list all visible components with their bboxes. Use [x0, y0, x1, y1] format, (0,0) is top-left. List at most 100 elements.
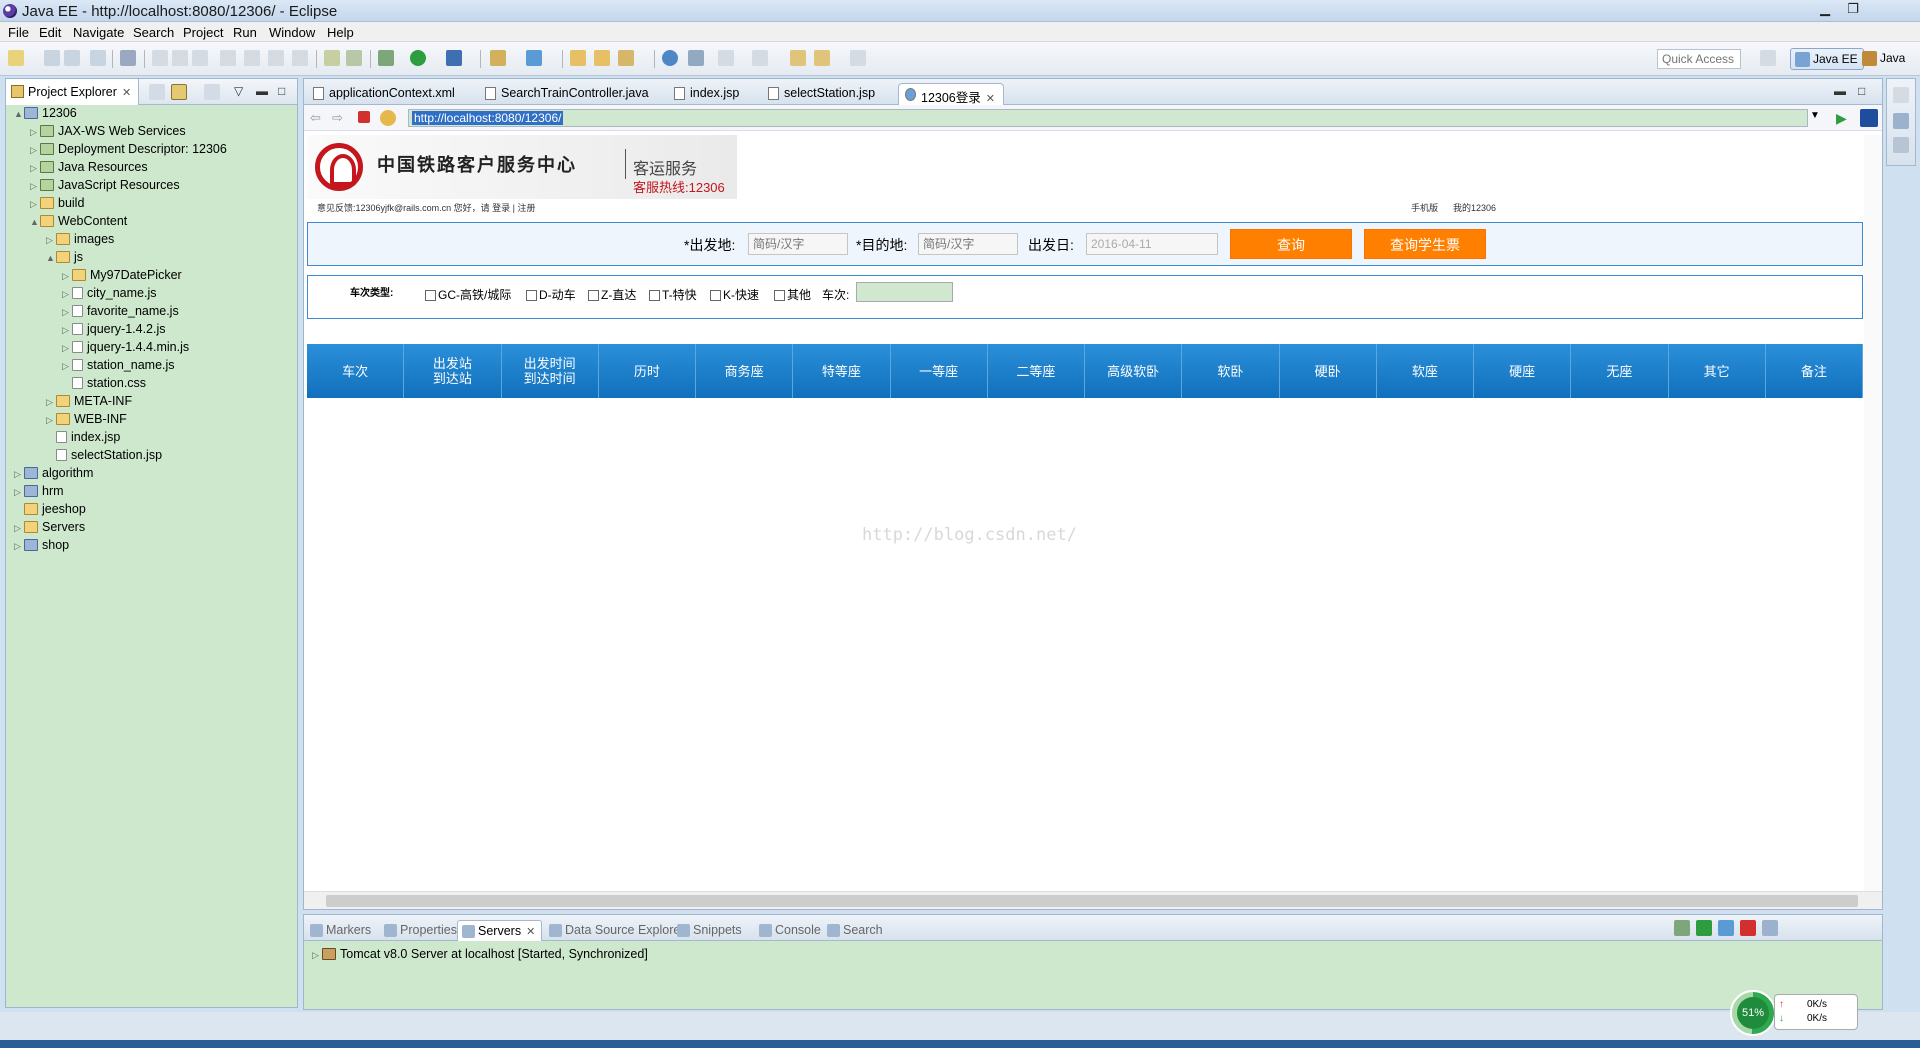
url-history-dropdown-icon[interactable]: ▼ [1810, 110, 1826, 126]
tab-snippets[interactable]: Snippets [673, 920, 748, 941]
tree-item[interactable]: ▷ Java Resources [30, 160, 148, 178]
close-icon[interactable]: ✕ [122, 87, 131, 99]
web-browser-icon[interactable] [662, 50, 678, 66]
horizontal-scrollbar[interactable] [304, 891, 1882, 909]
menu-search[interactable]: Search [133, 25, 174, 40]
tab-search[interactable]: Search [823, 920, 889, 941]
expand-toggle-icon[interactable]: ▷ [46, 235, 56, 246]
expand-toggle-icon[interactable]: ▷ [14, 523, 24, 534]
menu-run[interactable]: Run [233, 25, 257, 40]
disconnect-icon[interactable] [220, 50, 236, 66]
expand-toggle-icon[interactable]: ▲ [46, 253, 56, 263]
server-profile-icon[interactable] [1718, 920, 1734, 936]
search-button[interactable]: 查询 [1230, 229, 1352, 259]
scroll-thumb[interactable] [326, 895, 1858, 907]
last-edit-icon[interactable] [790, 50, 806, 66]
expand-toggle-icon[interactable]: ▷ [30, 199, 40, 210]
expand-toggle-icon[interactable]: ▷ [14, 487, 24, 498]
search-tool-icon[interactable] [618, 50, 634, 66]
expand-toggle-icon[interactable]: ▷ [30, 127, 40, 138]
minimize-icon[interactable]: ▁ [1812, 0, 1838, 18]
external-tools-icon[interactable] [446, 50, 462, 66]
tab-servers[interactable]: Servers ✕ [457, 920, 543, 941]
expand-toggle-icon[interactable]: ▲ [30, 217, 40, 227]
server-tomcat-row[interactable]: ▷ Tomcat v8.0 Server at localhost [Starte… [312, 947, 648, 961]
menu-window[interactable]: Window [269, 25, 315, 40]
expand-toggle-icon[interactable]: ▷ [46, 397, 56, 408]
server-stop-icon[interactable] [1740, 920, 1756, 936]
tree-item[interactable]: ▷ jquery-1.4.4.min.js [62, 340, 189, 358]
server-publish-icon[interactable] [1762, 920, 1778, 936]
tab-project-explorer[interactable]: Project Explorer ✕ [6, 79, 139, 105]
link-with-editor-icon[interactable] [171, 84, 187, 100]
expand-toggle-icon[interactable]: ▲ [14, 109, 24, 119]
tree-item[interactable]: ▲ WebContent [30, 214, 127, 232]
task-list-icon[interactable] [1893, 137, 1909, 153]
forward-icon[interactable]: ⇨ [332, 110, 348, 126]
expand-toggle-icon[interactable]: ▷ [30, 163, 40, 174]
tree-item[interactable]: jeeshop [14, 502, 86, 520]
tab-index-jsp[interactable]: index.jsp [668, 83, 747, 105]
tree-item[interactable]: station.css [62, 376, 146, 394]
student-ticket-button[interactable]: 查询学生票 [1364, 229, 1486, 259]
tree-item[interactable]: ▷ JavaScript Resources [30, 178, 180, 196]
drop-to-frame-icon[interactable] [324, 50, 340, 66]
filter-d[interactable]: D-动车 [526, 286, 576, 303]
tab-applicationcontext-xml[interactable]: applicationContext.xml [307, 83, 463, 105]
mobile-link[interactable]: 手机版 [1411, 201, 1438, 214]
tree-item[interactable]: ▲ js [46, 250, 83, 268]
new-server-icon[interactable] [490, 50, 506, 66]
new-icon[interactable] [8, 50, 24, 66]
tree-item[interactable]: ▷ hrm [14, 484, 64, 502]
feedback-login-line[interactable]: 意见反馈:12306yjfk@rails.com.cn 您好，请 登录 | 注册 [317, 201, 536, 214]
filter-other[interactable]: 其他 [774, 286, 811, 303]
menu-edit[interactable]: Edit [39, 25, 61, 40]
menu-project[interactable]: Project [183, 25, 223, 40]
annotation-icon[interactable] [688, 50, 704, 66]
new-class-icon[interactable] [526, 50, 542, 66]
skip-breakpoints-icon[interactable] [120, 50, 136, 66]
tree-item[interactable]: ▷ META-INF [46, 394, 132, 412]
use-step-filters-icon[interactable] [346, 50, 362, 66]
next-annotation-icon[interactable] [718, 50, 734, 66]
minimize-view-icon[interactable]: ▬ [256, 84, 272, 100]
menu-help[interactable]: Help [327, 25, 354, 40]
tree-item[interactable]: ▷ JAX-WS Web Services [30, 124, 186, 142]
tree-item[interactable]: index.jsp [46, 430, 120, 448]
collapse-all-icon[interactable] [149, 84, 165, 100]
tab-searchtraincontroller-java[interactable]: SearchTrainController.java [479, 83, 657, 105]
filter-k[interactable]: K-快速 [710, 286, 759, 303]
tree-item[interactable]: ▷ shop [14, 538, 69, 556]
tree-item[interactable]: ▷ jquery-1.4.2.js [62, 322, 166, 340]
expand-toggle-icon[interactable]: ▷ [14, 469, 24, 480]
suspend-icon[interactable] [172, 50, 188, 66]
open-perspective-icon[interactable] [1760, 50, 1776, 66]
tree-item[interactable]: selectStation.jsp [46, 448, 162, 466]
perspective-java-ee[interactable]: Java EE [1790, 48, 1864, 70]
vertical-scrollbar[interactable] [1864, 135, 1882, 891]
maximize-view-icon[interactable]: □ [278, 84, 294, 100]
tab-console[interactable]: Console [755, 920, 827, 941]
go-icon[interactable]: ▶ [1836, 110, 1852, 126]
perspective-java[interactable]: Java [1858, 48, 1910, 70]
close-icon[interactable]: ✕ [986, 93, 995, 105]
resume-icon[interactable] [152, 50, 168, 66]
tree-item[interactable]: ▷ WEB-INF [46, 412, 127, 430]
debug-icon[interactable] [378, 50, 394, 66]
tree-item[interactable]: ▷ Servers [14, 520, 85, 538]
view-dropdown-icon[interactable]: ▽ [234, 84, 250, 100]
filter-z[interactable]: Z-直达 [588, 286, 636, 303]
tab-12306-login[interactable]: 12306登录 ✕ [898, 83, 1004, 105]
forward-icon[interactable] [850, 50, 866, 66]
expand-toggle-icon[interactable]: ▷ [14, 541, 24, 552]
back-icon[interactable] [814, 50, 830, 66]
expand-toggle-icon[interactable]: ▷ [62, 307, 72, 318]
filter-t[interactable]: T-特快 [649, 286, 697, 303]
expand-toggle-icon[interactable]: ▷ [30, 145, 40, 156]
run-icon[interactable] [410, 50, 426, 66]
restore-icon[interactable] [1893, 87, 1909, 103]
tree-item[interactable]: ▷ favorite_name.js [62, 304, 179, 322]
expand-toggle-icon[interactable]: ▷ [62, 343, 72, 354]
tree-item[interactable]: ▷ station_name.js [62, 358, 175, 376]
open-type-icon[interactable] [570, 50, 586, 66]
